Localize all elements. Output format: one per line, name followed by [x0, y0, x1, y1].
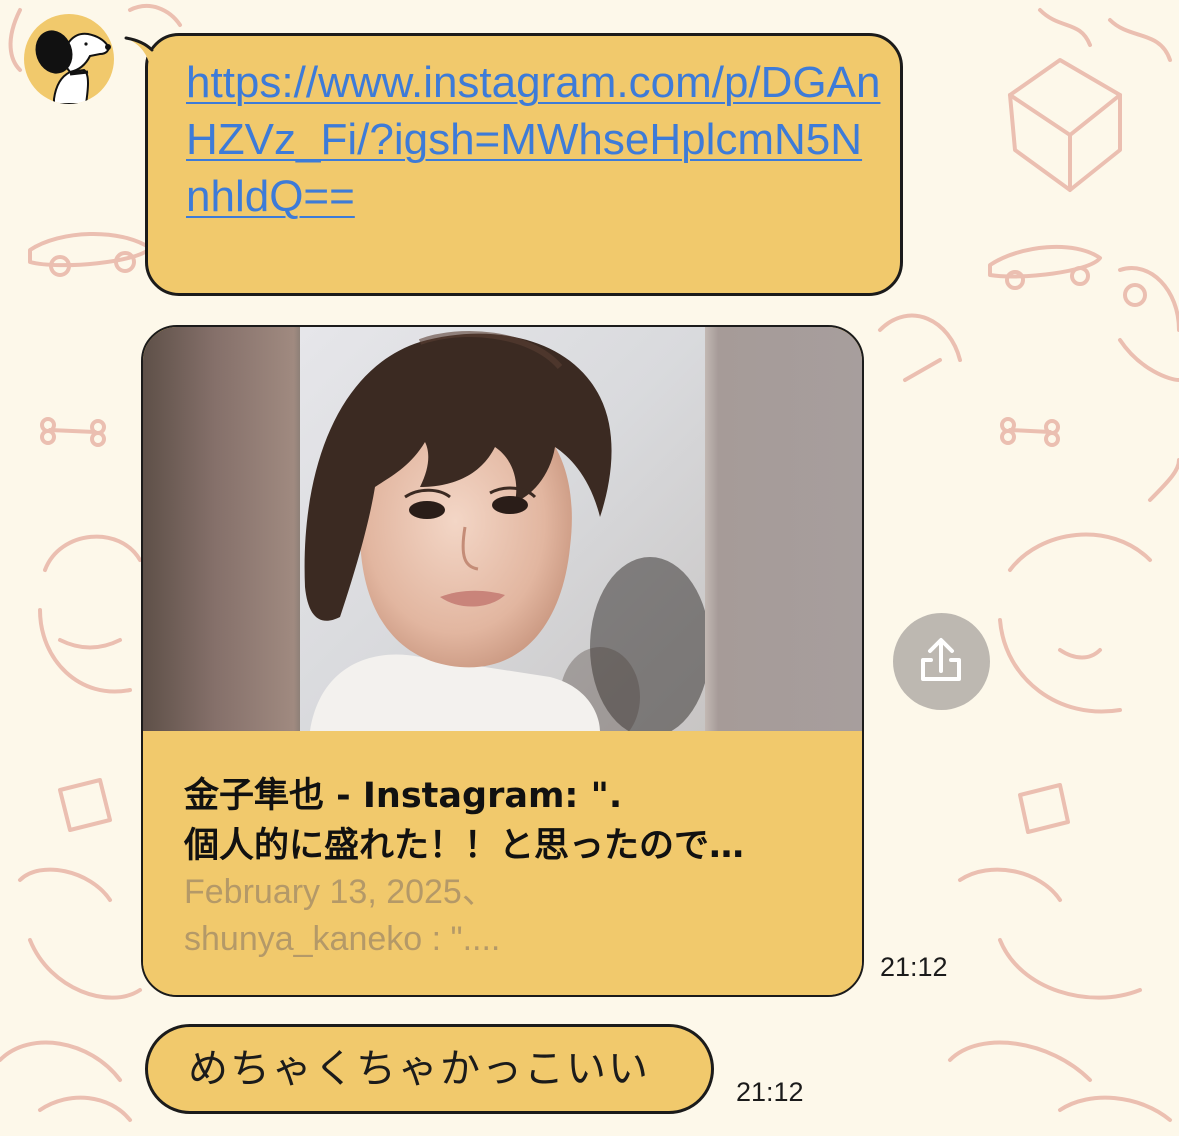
- message-text: めちゃくちゃかっこいい: [188, 1046, 650, 1092]
- message-link[interactable]: https://www.instagram.com/p/DGAnHZVz_Fi/…: [186, 54, 886, 225]
- message-bubble-text[interactable]: めちゃくちゃかっこいい: [145, 1024, 714, 1114]
- share-icon: [921, 638, 961, 681]
- link-preview-description: February 13, 2025、 shunya_kaneko : "....: [184, 873, 501, 958]
- link-preview-card[interactable]: 金子隼也 - Instagram: ". 個人的に盛れた！！と思ったので… Fe…: [141, 325, 864, 997]
- message-bubble-link[interactable]: https://www.instagram.com/p/DGAnHZVz_Fi/…: [145, 33, 903, 296]
- share-button[interactable]: [893, 613, 990, 710]
- link-preview-title: 金子隼也 - Instagram: ". 個人的に盛れた！！と思ったので…: [184, 776, 745, 866]
- link-preview-body: 金子隼也 - Instagram: ". 個人的に盛れた！！と思ったので… Fe…: [143, 731, 862, 995]
- link-preview-image: [143, 327, 862, 731]
- preview-photo: [300, 327, 705, 731]
- bubble-tail: [124, 36, 164, 68]
- message-timestamp: 21:12: [736, 1077, 804, 1107]
- snoopy-avatar-icon: [35, 30, 111, 104]
- message-timestamp: 21:12: [880, 952, 948, 982]
- contact-avatar[interactable]: [24, 14, 114, 104]
